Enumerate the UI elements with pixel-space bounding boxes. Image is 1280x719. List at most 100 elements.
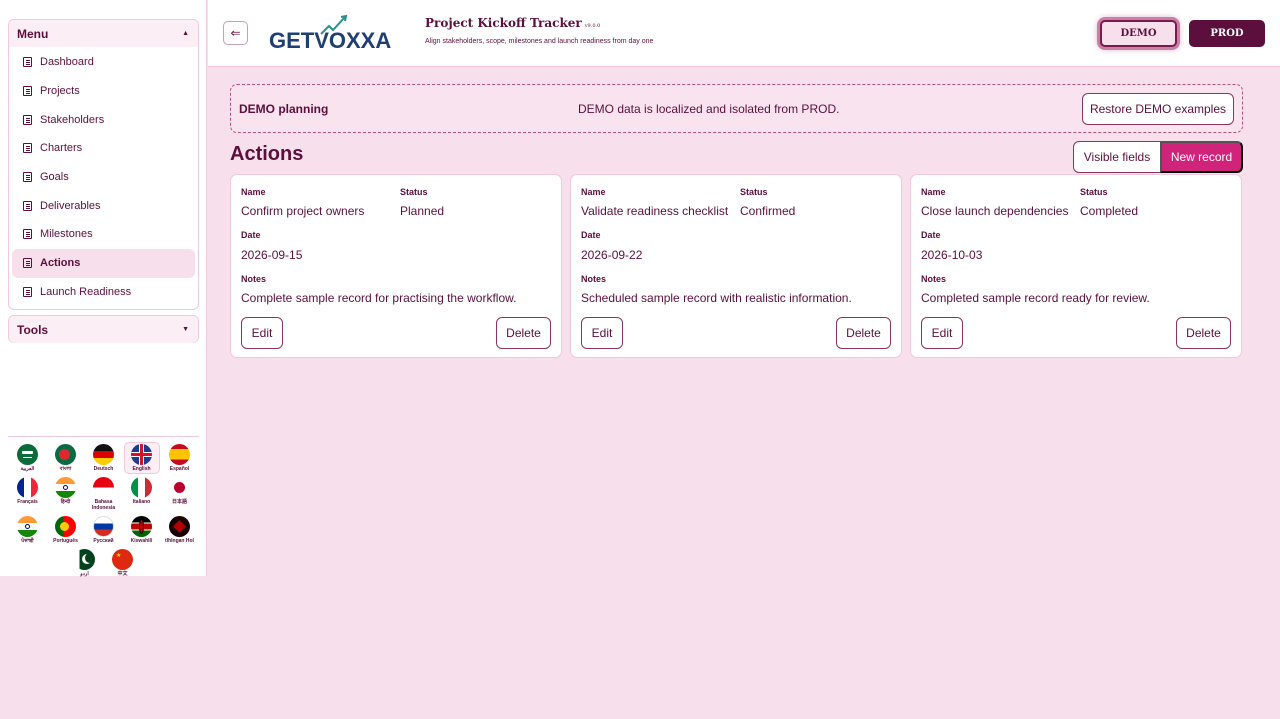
visible-fields-button[interactable]: Visible fields [1073, 141, 1161, 173]
language-hindi[interactable]: हिन्दी [49, 476, 83, 512]
status-value: Planned [400, 204, 445, 218]
flag-india-icon [55, 477, 76, 498]
list-icon [23, 57, 32, 68]
date-value: 2026-09-22 [581, 248, 643, 262]
language-label: Русский [93, 538, 114, 544]
flag-italy-icon [131, 477, 152, 498]
edit-button[interactable]: Edit [921, 317, 963, 349]
language-label: हिन्दी [60, 499, 71, 505]
language-label: Kiswahili [130, 538, 153, 544]
flag-klingon-icon [169, 516, 190, 537]
date-label: Date [921, 230, 941, 240]
language-spanish[interactable]: Español [163, 443, 197, 473]
language-portuguese[interactable]: Português [49, 515, 83, 545]
brand-text: GETVOXXA [269, 28, 391, 53]
language-english[interactable]: English [123, 442, 160, 474]
sidebar-item-projects[interactable]: Projects [12, 77, 195, 106]
caret-down-icon: ▼ [182, 326, 189, 333]
name-value: Confirm project owners [241, 204, 365, 218]
caret-up-icon: ▲ [182, 30, 189, 37]
notes-value: Complete sample record for practising th… [241, 291, 517, 305]
collapse-sidebar-button[interactable]: ⇐ [223, 21, 248, 45]
language-italian[interactable]: Italiano [125, 476, 159, 512]
record-card: Name Confirm project owners Status Plann… [230, 174, 562, 358]
brand-logo: GETVOXXA [269, 14, 391, 53]
language-japanese[interactable]: 日本語 [163, 476, 197, 512]
status-label: Status [740, 187, 768, 197]
sidebar-item-label: Goals [40, 171, 69, 184]
flag-india-icon [17, 516, 38, 537]
prod-environment-button[interactable]: PROD [1189, 20, 1265, 47]
language-label: Italiano [132, 499, 151, 505]
list-icon [23, 200, 32, 211]
demo-environment-button[interactable]: DEMO [1100, 20, 1177, 47]
language-french[interactable]: Français [11, 476, 45, 512]
language-label: ਪੰਜਾਬੀ [21, 538, 34, 544]
flag-china-icon: ★ [112, 549, 133, 570]
tools-panel-header[interactable]: Tools ▼ [9, 316, 198, 343]
record-card: Name Close launch dependencies Status Co… [910, 174, 1242, 358]
language-russian[interactable]: Русский [87, 515, 121, 545]
delete-button[interactable]: Delete [496, 317, 551, 349]
sidebar-item-goals[interactable]: Goals [12, 163, 195, 192]
language-swahili[interactable]: Kiswahili [125, 515, 159, 545]
status-value: Completed [1080, 204, 1139, 218]
edit-button[interactable]: Edit [581, 317, 623, 349]
delete-button[interactable]: Delete [1176, 317, 1231, 349]
menu-panel-header[interactable]: Menu ▲ [9, 20, 198, 47]
flag-spain-icon [169, 444, 190, 465]
language-urdu[interactable]: اردو [68, 548, 102, 578]
flag-uk-icon [131, 444, 152, 465]
banner-title: DEMO planning [239, 102, 329, 116]
sidebar-item-label: Launch Readiness [40, 285, 132, 298]
language-german[interactable]: Deutsch [87, 443, 121, 473]
date-label: Date [581, 230, 601, 240]
notes-label: Notes [921, 274, 947, 284]
app-header: ⇐ GETVOXXA Project Kickoff Tracker v9.0.0… [208, 0, 1280, 67]
app-subtitle: Align stakeholders, scope, milestones an… [425, 38, 654, 45]
language-punjabi[interactable]: ਪੰਜਾਬੀ [11, 515, 45, 545]
sidebar-item-actions[interactable]: Actions [12, 248, 195, 278]
list-icon [23, 286, 32, 297]
sidebar-item-stakeholders[interactable]: Stakeholders [12, 105, 195, 134]
sidebar-item-charters[interactable]: Charters [12, 134, 195, 163]
demo-banner: DEMO planning DEMO data is localized and… [230, 84, 1243, 133]
page-title: Actions [230, 143, 304, 165]
sidebar-item-milestones[interactable]: Milestones [12, 220, 195, 249]
menu-panel: Menu ▲ Dashboard Projects Stakeholders C… [8, 19, 199, 310]
language-indonesian[interactable]: Bahasa Indonesia [87, 476, 121, 512]
record-card: Name Validate readiness checklist Status… [570, 174, 902, 358]
sidebar-item-deliverables[interactable]: Deliverables [12, 191, 195, 220]
language-klingon[interactable]: tlhIngan Hol [163, 515, 197, 545]
sidebar-item-launch-readiness[interactable]: Launch Readiness [12, 278, 195, 307]
language-bengali[interactable]: বাংলা [49, 443, 83, 473]
language-label: اردو [80, 571, 89, 577]
date-value: 2026-10-03 [921, 248, 983, 262]
language-label: العربية [20, 466, 35, 472]
list-icon [23, 143, 32, 154]
language-chinese[interactable]: ★ 中文 [106, 548, 140, 578]
sidebar-nav: Dashboard Projects Stakeholders Charters… [9, 47, 198, 306]
edit-button[interactable]: Edit [241, 317, 283, 349]
list-icon [23, 172, 32, 183]
name-label: Name [241, 187, 266, 197]
language-label: Deutsch [93, 466, 114, 472]
banner-message: DEMO data is localized and isolated from… [578, 102, 840, 116]
flag-japan-icon [169, 477, 190, 498]
delete-button[interactable]: Delete [836, 317, 891, 349]
list-icon [23, 258, 32, 269]
name-label: Name [581, 187, 606, 197]
list-icon [23, 114, 32, 125]
date-value: 2026-09-15 [241, 248, 303, 262]
language-label: Español [169, 466, 190, 472]
name-value: Close launch dependencies [921, 204, 1069, 218]
language-label: tlhIngan Hol [165, 538, 194, 544]
sidebar-item-dashboard[interactable]: Dashboard [12, 48, 195, 77]
language-label: Bahasa Indonesia [91, 499, 116, 511]
language-picker: العربية বাংলা Deutsch English Español Fr… [8, 436, 199, 581]
language-arabic[interactable]: العربية [11, 443, 45, 473]
language-label: 日本語 [171, 499, 187, 505]
new-record-button[interactable]: New record [1160, 141, 1243, 173]
language-label: Português [53, 538, 78, 544]
restore-demo-button[interactable]: Restore DEMO examples [1082, 93, 1234, 125]
